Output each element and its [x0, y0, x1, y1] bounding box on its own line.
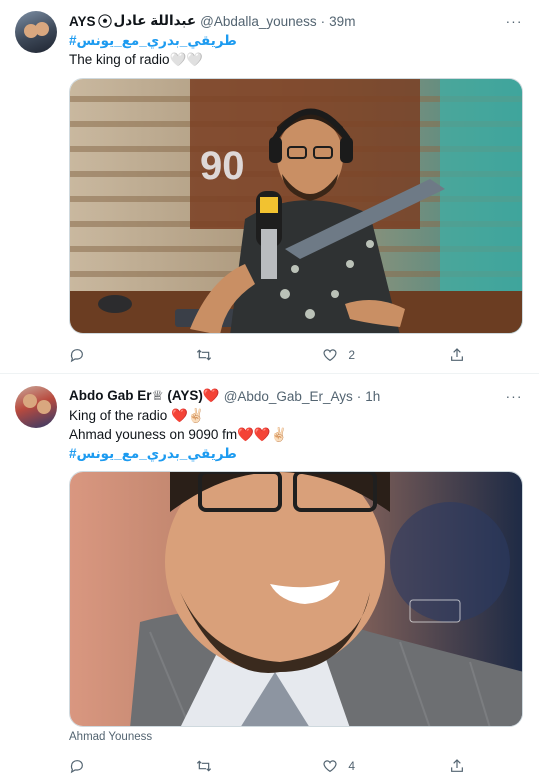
tweet-text-line-1: King of the radio ❤️✌🏻 — [69, 408, 205, 423]
radio-studio-photo: 90 — [70, 79, 522, 333]
retweet-icon — [196, 760, 211, 772]
retweet-icon — [196, 349, 211, 361]
share-button[interactable] — [449, 347, 469, 363]
share-icon — [451, 759, 463, 772]
avatar[interactable] — [15, 11, 57, 53]
tweet[interactable]: AYS عبداللة عادل @Abdalla_youness · 39m … — [0, 0, 539, 374]
retweet-button[interactable] — [196, 758, 286, 774]
like-icon — [323, 349, 337, 362]
tweet-image[interactable]: 90 — [69, 78, 523, 334]
display-name[interactable]: AYS — [69, 14, 96, 29]
retweet-button[interactable] — [196, 347, 286, 363]
tweet-header: AYS عبداللة عادل @Abdalla_youness · 39m — [69, 12, 499, 30]
tweet-text: The king of radio🤍🤍 — [69, 52, 204, 67]
user-handle[interactable]: @Abdalla_youness — [200, 14, 317, 29]
football-icon — [97, 14, 112, 28]
share-button[interactable] — [449, 758, 469, 774]
reply-icon — [70, 349, 83, 363]
hashtag-link[interactable]: #طريقي_بدري_مع_يونس — [69, 32, 237, 50]
like-icon — [323, 760, 337, 773]
display-name-suffix[interactable]: عبداللة عادل — [114, 13, 197, 29]
tweet-image[interactable] — [69, 471, 523, 727]
like-count: 2 — [348, 348, 355, 362]
more-icon[interactable]: ··· — [503, 10, 525, 32]
display-name[interactable]: Abdo Gab Er♕ (AYS)❤️ — [69, 388, 220, 404]
media-caption: Ahmad Youness — [69, 731, 153, 743]
user-handle[interactable]: @Abdo_Gab_Er_Ays — [224, 389, 353, 404]
avatar[interactable] — [15, 386, 57, 428]
hashtag-link[interactable]: #طريقي_بدري_مع_يونس — [69, 445, 237, 463]
tweet[interactable]: Abdo Gab Er♕ (AYS)❤️ @Abdo_Gab_Er_Ays · … — [0, 375, 539, 777]
share-icon — [451, 348, 463, 361]
separator-dot: · — [356, 388, 362, 404]
tweet-actions: 2 — [69, 344, 469, 366]
reply-button[interactable] — [69, 758, 159, 774]
smiling-man-photo — [70, 472, 522, 726]
like-button[interactable]: 2 — [322, 347, 412, 363]
timestamp[interactable]: 1h — [365, 389, 380, 404]
like-count: 4 — [348, 759, 355, 773]
tweet-header: Abdo Gab Er♕ (AYS)❤️ @Abdo_Gab_Er_Ays · … — [69, 387, 499, 405]
separator-dot: · — [320, 13, 326, 29]
svg-text:90: 90 — [200, 144, 245, 188]
reply-icon — [70, 760, 83, 774]
more-icon[interactable]: ··· — [503, 385, 525, 407]
timestamp[interactable]: 39m — [329, 14, 355, 29]
tweet-text-line-2: Ahmad youness on 9090 fm❤️❤️✌🏻 — [69, 427, 288, 442]
reply-button[interactable] — [69, 347, 159, 363]
like-button[interactable]: 4 — [322, 758, 412, 774]
tweet-actions: 4 — [69, 755, 469, 777]
